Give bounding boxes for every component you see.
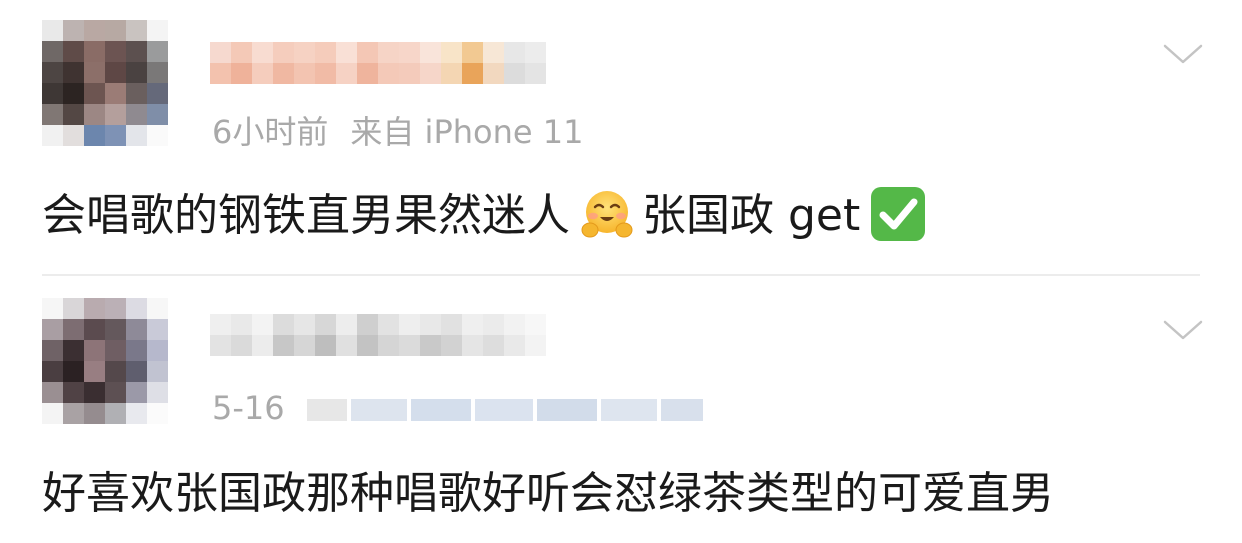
comment-content: 好喜欢张国政那种唱歌好听会怼绿茶类型的可爱直男: [42, 464, 1054, 524]
chevron-down-icon[interactable]: [1162, 316, 1204, 344]
username-redacted[interactable]: [210, 42, 546, 84]
hugging-face-icon: [581, 191, 633, 238]
comment-meta: 5-16: [212, 388, 707, 428]
check-mark-icon: [871, 187, 926, 241]
username-redacted[interactable]: [210, 314, 546, 356]
comment-source: 来自 iPhone 11: [350, 113, 584, 151]
comment-text-tail: 张国政 get: [642, 190, 861, 241]
avatar[interactable]: [42, 298, 168, 424]
chevron-down-icon[interactable]: [1162, 40, 1204, 68]
comment-feed: 6小时前 来自 iPhone 11 会唱歌的钢铁直男果然迷人 张国政 get 5…: [0, 0, 1242, 543]
comment-text: 会唱歌的钢铁直男果然迷人: [42, 190, 570, 241]
comment-content: 会唱歌的钢铁直男果然迷人 张国政 get: [42, 186, 928, 248]
comment-source-redacted: [306, 391, 707, 425]
comment-time: 5-16: [212, 389, 285, 427]
comment-meta: 6小时前 来自 iPhone 11: [212, 112, 583, 152]
comment-time: 6小时前: [212, 113, 329, 151]
comment-item: 6小时前 来自 iPhone 11 会唱歌的钢铁直男果然迷人 张国政 get: [0, 0, 1242, 276]
avatar[interactable]: [42, 20, 168, 146]
comment-text: 好喜欢张国政那种唱歌好听会怼绿茶类型的可爱直男: [42, 468, 1054, 519]
comment-item: 5-16 好喜欢张国政那种唱歌好听会怼绿茶类型的可爱直男: [0, 276, 1242, 543]
